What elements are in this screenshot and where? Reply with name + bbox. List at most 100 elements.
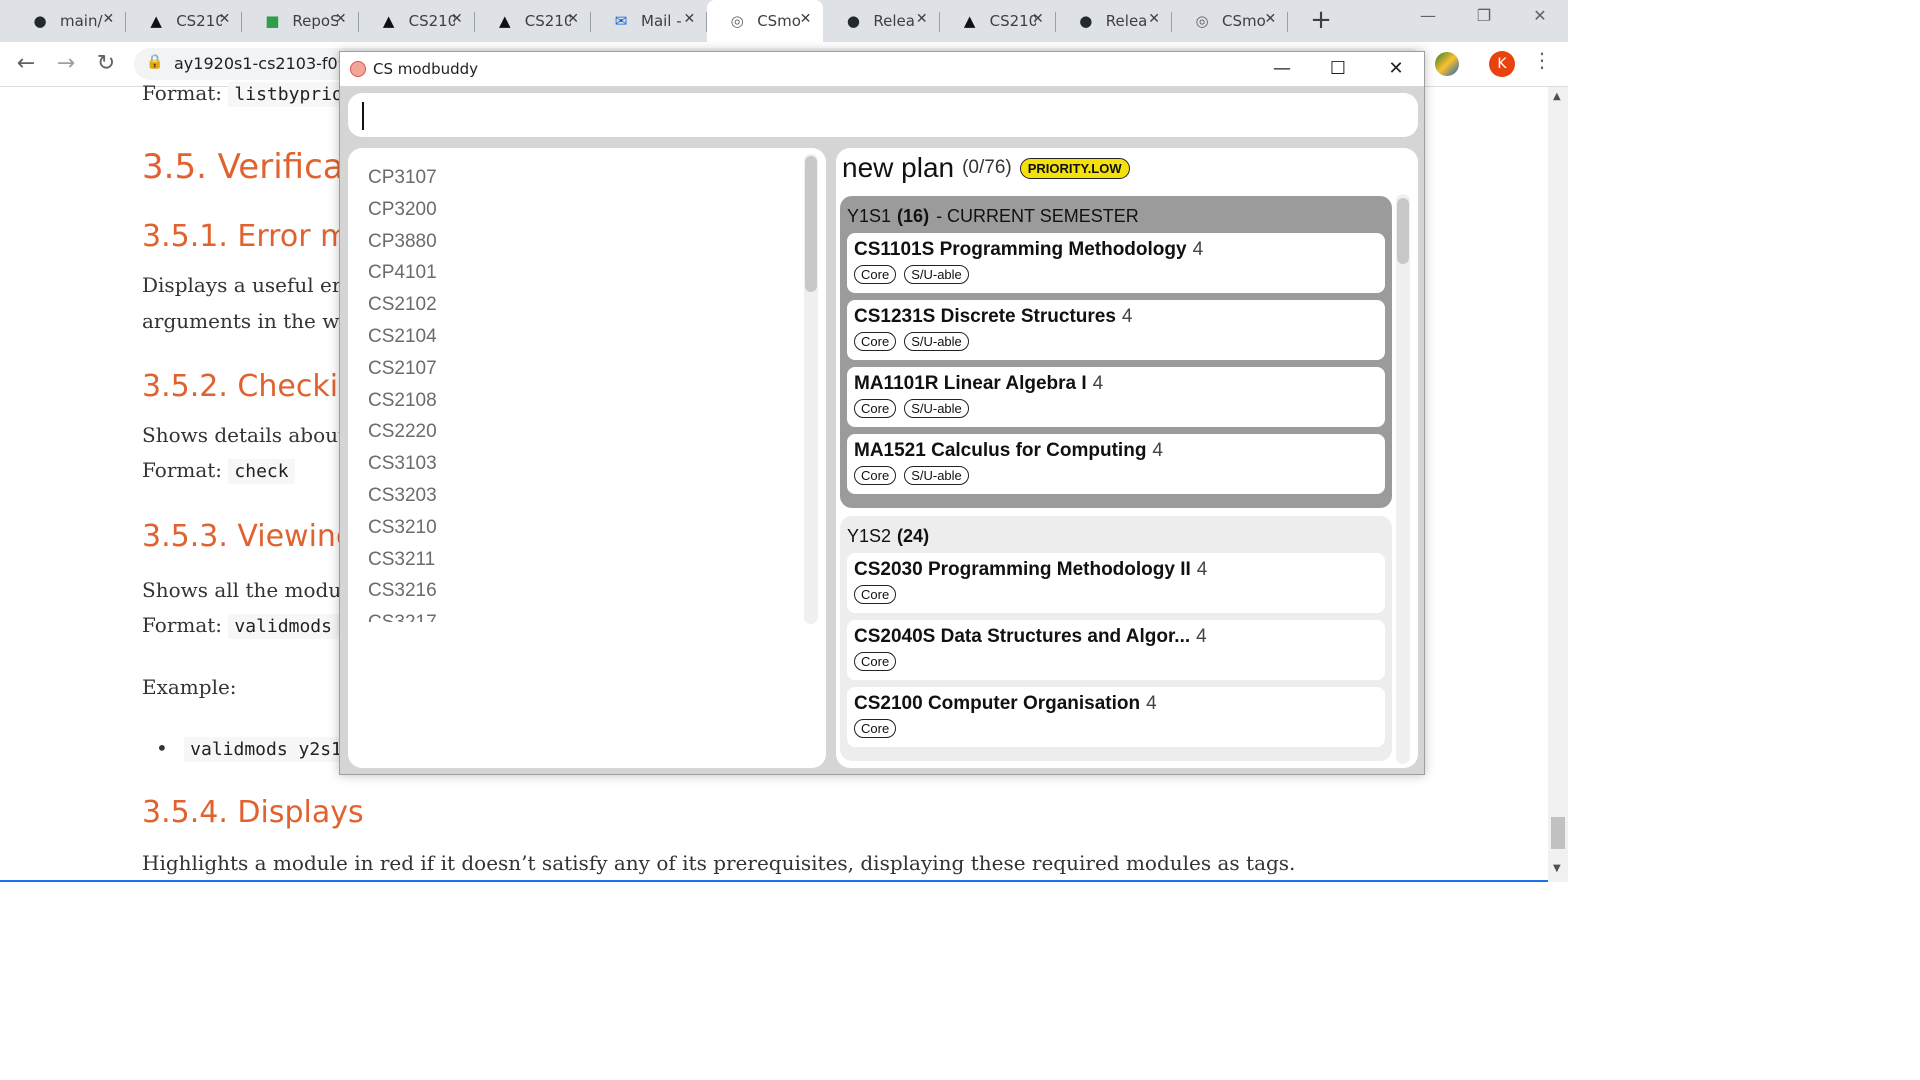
plan-scrollbar[interactable] <box>1396 194 1410 764</box>
tab-title: Relea <box>873 12 915 30</box>
browser-tab[interactable]: ● Relea ✕ <box>823 0 940 42</box>
module-list-item[interactable]: CS3217 <box>368 607 788 622</box>
tab-close-icon[interactable]: ✕ <box>567 11 579 27</box>
scroll-down-icon[interactable]: ▼ <box>1553 863 1561 874</box>
app-minimize-button[interactable]: — <box>1264 56 1300 82</box>
format-line-3: Format: validmods S <box>142 613 360 639</box>
module-tag: S/U-able <box>904 332 969 351</box>
tab-title: CS210 <box>176 12 223 30</box>
tab-close-icon[interactable]: ✕ <box>1148 11 1160 27</box>
browser-tab[interactable]: ▲ CS210 ✕ <box>940 0 1056 42</box>
module-list-item[interactable]: CP3200 <box>368 194 788 226</box>
module-title-row: CS2100 Computer Organisation 4 <box>854 693 1378 715</box>
page-scrollbar-thumb[interactable] <box>1551 817 1565 849</box>
module-tag: S/U-able <box>904 265 969 284</box>
module-card[interactable]: CS1101S Programming Methodology 4 Core S/U-… <box>847 233 1385 293</box>
tab-close-icon[interactable]: ✕ <box>219 11 231 27</box>
browser-tab[interactable]: ▲ CS210 ✕ <box>359 0 475 42</box>
address-url[interactable]: ay1920s1-cs2103-f09- <box>174 54 354 73</box>
browser-minimize-button[interactable]: — <box>1408 6 1448 30</box>
new-tab-button[interactable]: + <box>1306 6 1336 36</box>
module-list-item[interactable]: CS3203 <box>368 480 788 512</box>
semester-name: Y1S1 <box>847 206 892 226</box>
semester-card: Y1S2 (24) CS2030 Programming Methodology I… <box>840 516 1392 761</box>
module-list-item[interactable]: CS2107 <box>368 353 788 385</box>
module-card[interactable]: MA1521 Calculus for Computing 4 Core S/U-ab… <box>847 434 1385 494</box>
tab-title: CSmo <box>1222 12 1266 30</box>
tab-close-icon[interactable]: ✕ <box>335 11 347 27</box>
tab-close-icon[interactable]: ✕ <box>800 11 812 27</box>
module-title-row: CS1231S Discrete Structures 4 <box>854 306 1378 328</box>
module-list-item[interactable]: CS2108 <box>368 385 788 417</box>
module-credits: 4 <box>1146 693 1157 714</box>
tab-close-icon[interactable]: ✕ <box>683 11 695 27</box>
browser-tab[interactable]: ◎ CSmo ✕ <box>1172 0 1289 42</box>
module-list-scrollbar-thumb[interactable] <box>805 156 817 292</box>
semester-card: Y1S1 (16) - CURRENT SEMESTER CS1101S Progra… <box>840 196 1392 508</box>
browser-tab[interactable]: ● main/✕ <box>10 0 127 42</box>
browser-tab[interactable]: ✉ Mail - ✕ <box>591 0 708 42</box>
module-list-item[interactable]: CP3107 <box>368 162 788 194</box>
module-list-item[interactable]: CP4101 <box>368 257 788 289</box>
module-list-item[interactable]: CS2220 <box>368 416 788 448</box>
module-code-title: CS1231S Discrete Structures <box>854 306 1116 327</box>
tab-title: Mail - <box>641 12 682 30</box>
module-list-item[interactable]: CS3216 <box>368 575 788 607</box>
globe-icon: ◎ <box>730 12 744 30</box>
command-input[interactable] <box>348 93 1418 137</box>
module-list-item[interactable]: CP3880 <box>368 226 788 258</box>
app-title: CS modbuddy <box>373 60 479 78</box>
browser-close-button[interactable]: ✕ <box>1520 6 1560 30</box>
forward-arrow-icon[interactable]: → <box>52 50 80 78</box>
tab-close-icon[interactable]: ✕ <box>451 11 463 27</box>
format-line-2: Format: check <box>142 458 295 484</box>
module-tag: Core <box>854 399 897 418</box>
browser-restore-button[interactable]: ❐ <box>1464 6 1504 30</box>
page-scrollbar[interactable]: ▲ ▼ <box>1548 87 1568 882</box>
module-list-item[interactable]: CS2102 <box>368 289 788 321</box>
reload-icon[interactable]: ↻ <box>92 50 120 78</box>
app-close-button[interactable]: ✕ <box>1378 56 1414 82</box>
profile-avatar[interactable]: K <box>1489 51 1515 77</box>
extension-icon[interactable] <box>1435 52 1459 76</box>
module-card[interactable]: CS1231S Discrete Structures 4 Core S/U-able <box>847 300 1385 360</box>
browser-tab[interactable]: ● Relea ✕ <box>1056 0 1172 42</box>
module-tags: Core S/U-able <box>854 399 1378 418</box>
module-card[interactable]: CS2040S Data Structures and Algor... 4 Cor… <box>847 620 1385 680</box>
module-list-item[interactable]: CS3210 <box>368 512 788 544</box>
heading-3-5: 3.5. Verificat <box>142 147 357 187</box>
module-list-item[interactable]: CS3103 <box>368 448 788 480</box>
back-arrow-icon[interactable]: ← <box>12 50 40 78</box>
app-maximize-button[interactable]: ☐ <box>1320 56 1356 82</box>
tab-close-icon[interactable]: ✕ <box>102 11 114 27</box>
module-card[interactable]: CS2030 Programming Methodology II 4 Core <box>847 553 1385 613</box>
module-tag: S/U-able <box>904 466 969 485</box>
module-list-scrollbar[interactable] <box>804 154 818 624</box>
heading-3-5-3: 3.5.3. Viewing <box>142 519 355 554</box>
plan-name: new plan <box>842 152 955 183</box>
module-list-panel: CP3107 CP3200 CP3880 CP4101 CS2102 CS2104 CS21… <box>348 148 826 768</box>
module-list-item[interactable]: CS2104 <box>368 321 788 353</box>
browser-tab[interactable]: ◎ CSmo ✕ <box>707 0 824 42</box>
module-credits: 4 <box>1196 559 1208 580</box>
browser-menu-icon[interactable]: ⋮ <box>1532 48 1552 72</box>
browser-tab-strip: ● main/✕ ▲ CS210 ✕ ■ RepoS ✕ ▲ CS210 ✕ ▲ CS210 ✕ ✉ Mail… <box>0 0 1568 42</box>
tab-close-icon[interactable]: ✕ <box>1032 11 1044 27</box>
tab-close-icon[interactable]: ✕ <box>916 11 928 27</box>
plan-scrollbar-thumb[interactable] <box>1397 198 1409 264</box>
semester-name: Y1S2 <box>847 526 892 546</box>
module-card[interactable]: CS2100 Computer Organisation 4 Core <box>847 687 1385 747</box>
tab-title: CS210 <box>524 12 571 30</box>
browser-tab[interactable]: ▲ CS210 ✕ <box>126 0 243 42</box>
module-credits: 4 <box>1192 239 1204 260</box>
module-list-item[interactable]: CS3211 <box>368 544 788 576</box>
browser-tab[interactable]: ■ RepoS ✕ <box>242 0 359 42</box>
module-card[interactable]: MA1101R Linear Algebra I 4 Core S/U-able <box>847 367 1385 427</box>
tab-title: CS210 <box>408 12 455 30</box>
browser-tab[interactable]: ▲ CS210 ✕ <box>475 0 591 42</box>
format-label: Format: <box>142 81 223 105</box>
scroll-up-icon[interactable]: ▲ <box>1553 91 1561 102</box>
tab-close-icon[interactable]: ✕ <box>1264 11 1276 27</box>
module-code-title: CS2100 Computer Organisation <box>854 693 1141 714</box>
module-tag: Core <box>854 332 897 351</box>
